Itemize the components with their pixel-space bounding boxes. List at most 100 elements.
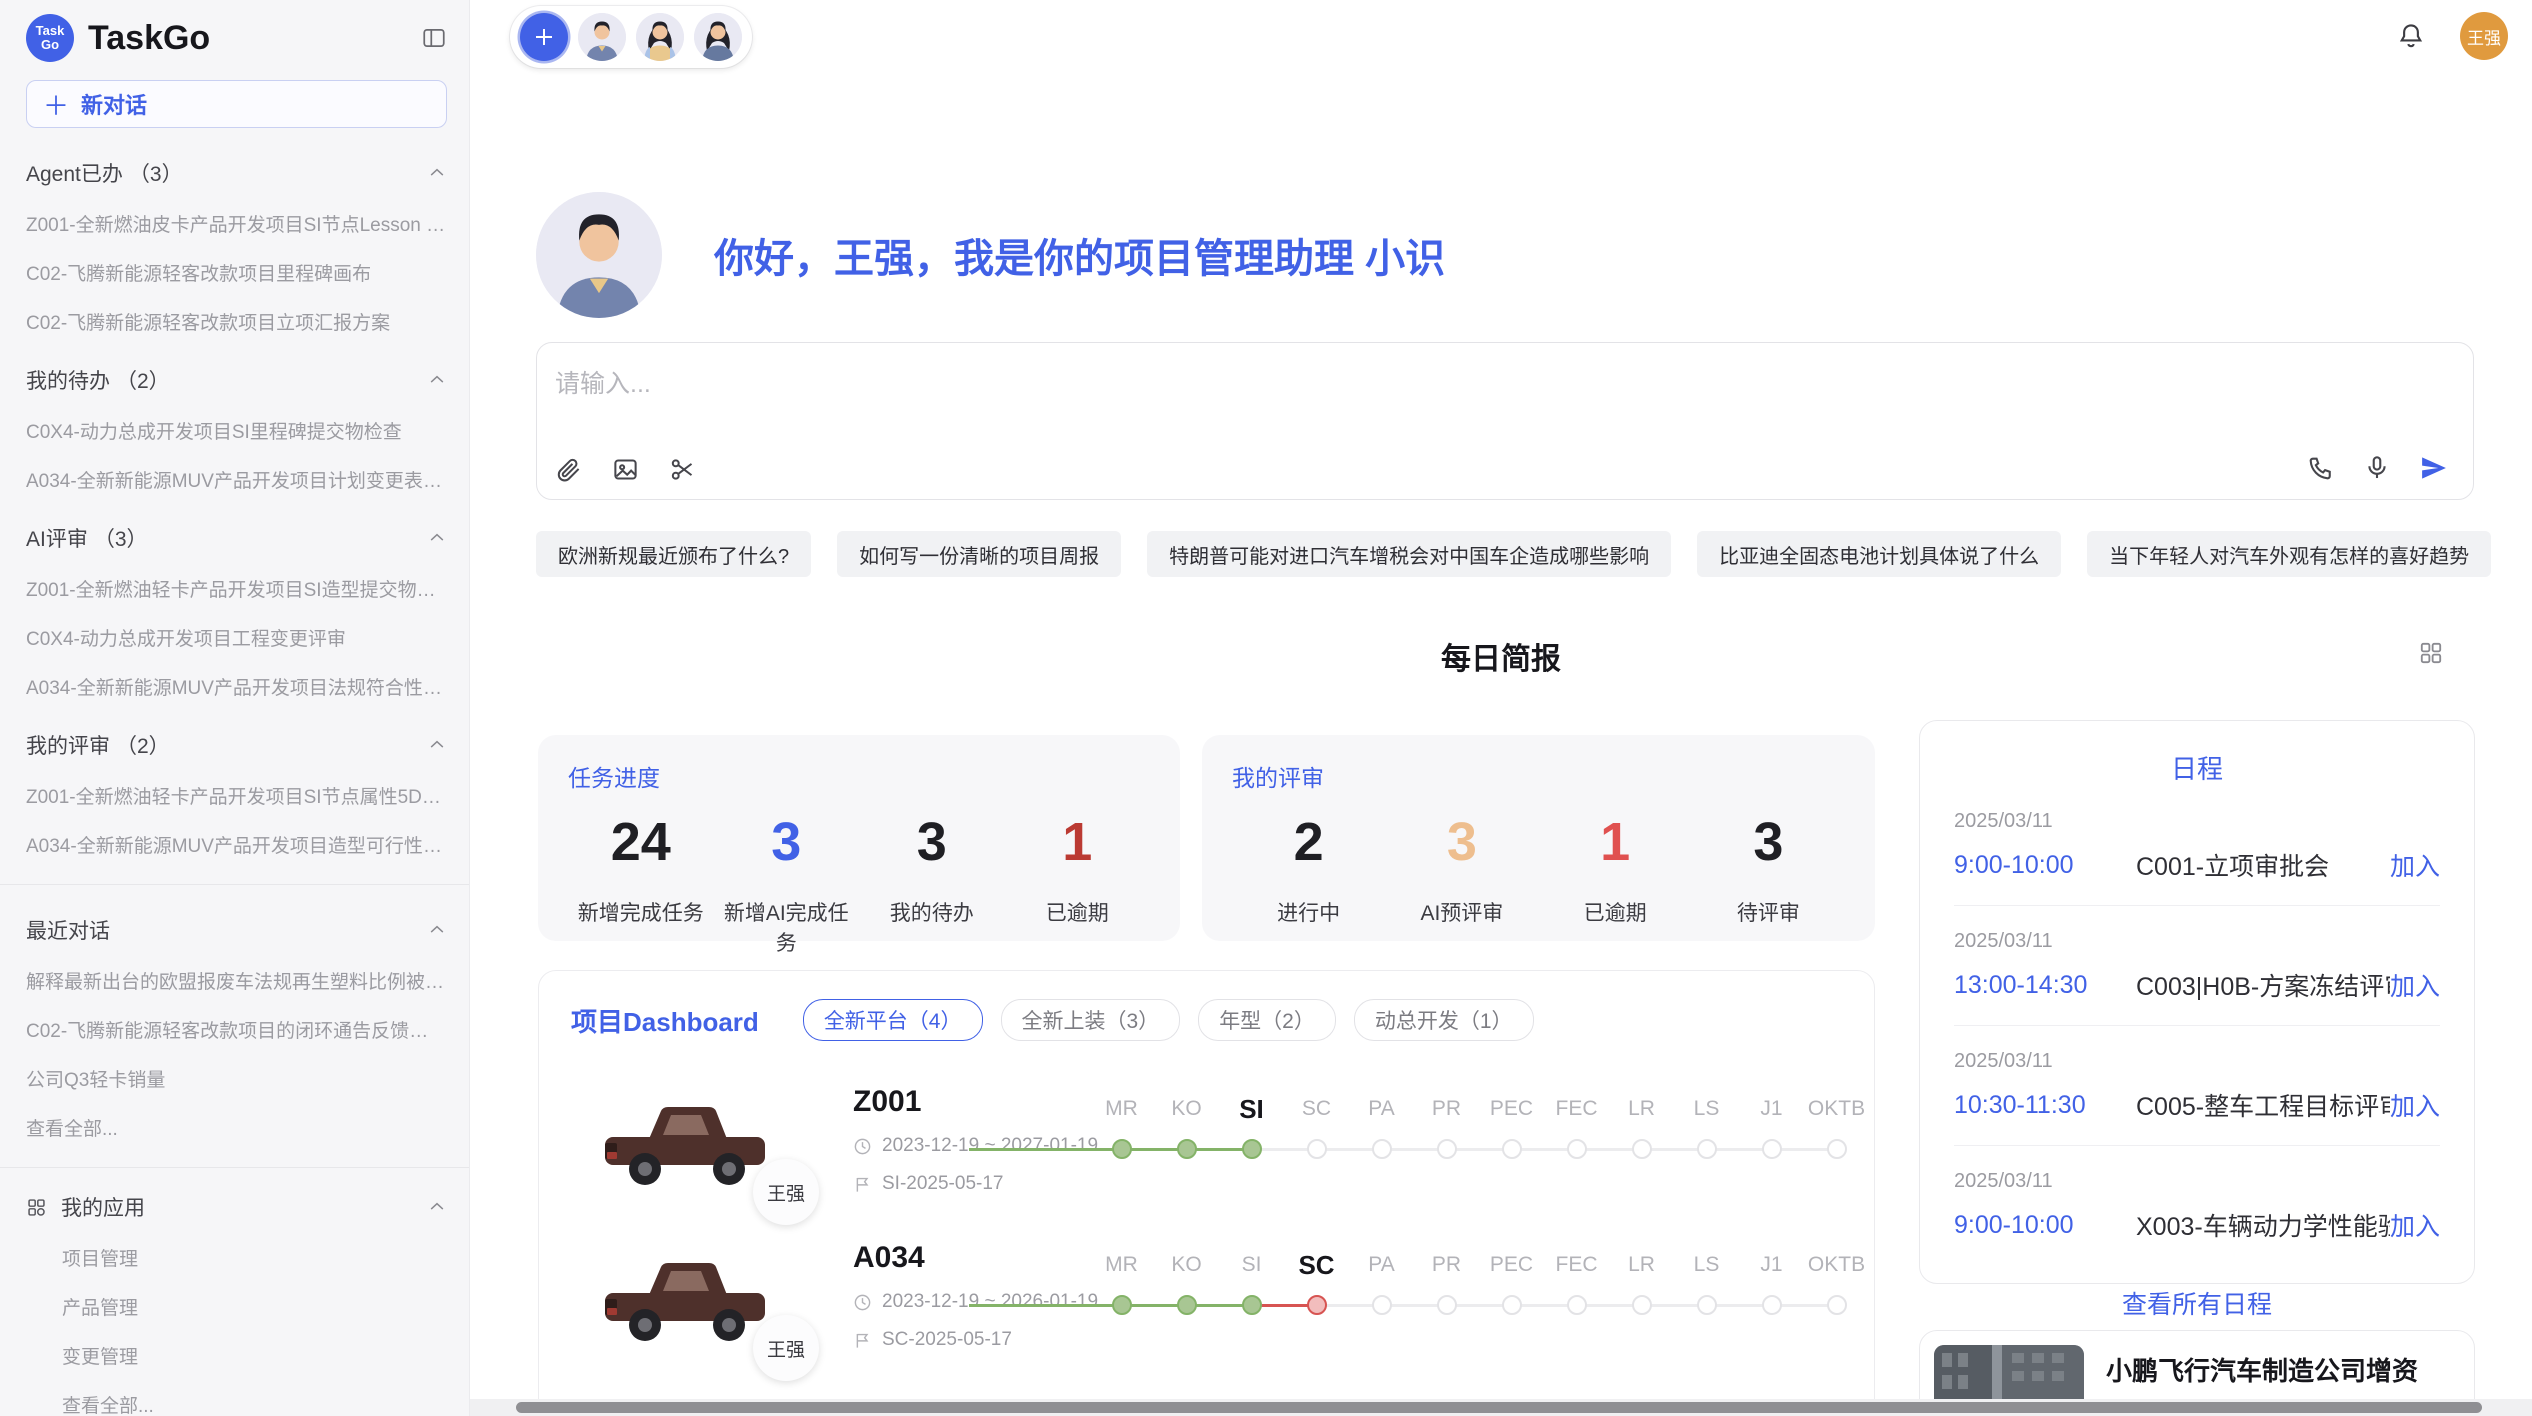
sidebar-section-header[interactable]: AI评审（3） xyxy=(26,523,447,553)
project-dates: 2023-12-19 ~ 2026-01-19 xyxy=(853,1291,1089,1313)
my-apps-header[interactable]: 我的应用 xyxy=(26,1192,447,1222)
milestone-dot xyxy=(1502,1295,1522,1315)
milestone-label: FEC xyxy=(1544,1091,1609,1127)
sidebar-task-item[interactable]: A034-全新新能源MUV产品开发项目法规符合性评审 xyxy=(26,673,447,700)
schedule-name: C001-立项审批会 xyxy=(2136,847,2390,883)
recent-chat-item[interactable]: 公司Q3轻卡销量 xyxy=(26,1065,447,1092)
milestone-label: MR xyxy=(1089,1091,1154,1127)
scissors-icon[interactable] xyxy=(669,456,696,483)
chevron-up-icon xyxy=(427,920,447,940)
sidebar-task-item[interactable]: C02-飞腾新能源轻客改款项目立项汇报方案 xyxy=(26,308,447,335)
image-upload-icon[interactable] xyxy=(612,456,639,483)
schedule-join-link[interactable]: 加入 xyxy=(2390,967,2440,1003)
sidebar-task-item[interactable]: A034-全新新能源MUV产品开发项目造型可行性评审 xyxy=(26,831,447,858)
sidebar-sections: Agent已办（3） Z001-全新燃油皮卡产品开发项目SI节点Lesson Le… xyxy=(26,158,447,858)
phone-call-icon[interactable] xyxy=(2307,454,2335,482)
message-composer xyxy=(536,342,2474,500)
stat-grid: 24新增完成任务3新增AI完成任务3我的待办1已逾期 xyxy=(568,801,1150,957)
suggestion-chip[interactable]: 当下年轻人对汽车外观有怎样的喜好趋势 xyxy=(2087,531,2491,577)
sidebar-section-header[interactable]: Agent已办（3） xyxy=(26,158,447,188)
sidebar-task-item[interactable]: Z001-全新燃油皮卡产品开发项目SI节点Lesson Learn报告 xyxy=(26,210,447,237)
milestone-label: MR xyxy=(1089,1247,1154,1283)
milestone-label: LR xyxy=(1609,1091,1674,1127)
clock-icon xyxy=(853,1137,872,1156)
attachment-icon[interactable] xyxy=(555,456,582,483)
dashboard-header: 项目Dashboard 全新平台（4）全新上装（3）年型（2）动总开发（1） xyxy=(571,999,1874,1041)
project-dashboard-card: 项目Dashboard 全新平台（4）全新上装（3）年型（2）动总开发（1） 王… xyxy=(538,970,1875,1416)
new-chat-button[interactable]: ＋ 新对话 xyxy=(26,80,447,128)
schedule-date: 2025/03/11 xyxy=(1954,930,2440,953)
dashboard-tab[interactable]: 动总开发（1） xyxy=(1354,999,1534,1041)
app-menu-item[interactable]: 变更管理 xyxy=(62,1342,447,1369)
sidebar-task-item[interactable]: Z001-全新燃油轻卡产品开发项目SI造型提交物评审 xyxy=(26,575,447,602)
suggestion-chip[interactable]: 比亚迪全固态电池计划具体说了什么 xyxy=(1697,531,2061,577)
recent-view-all-link[interactable]: 查看全部... xyxy=(26,1114,447,1141)
suggestion-chip[interactable]: 特朗普可能对进口汽车增税会对中国车企造成哪些影响 xyxy=(1147,531,1671,577)
project-row[interactable]: 王强A0342023-12-19 ~ 2026-01-19SC-2025-05-… xyxy=(571,1241,1874,1381)
milestone-label: SC xyxy=(1284,1247,1349,1283)
brief-layout-icon[interactable] xyxy=(2418,640,2444,666)
recent-chats-title: 最近对话 xyxy=(26,915,110,945)
schedule-item: 2025/03/119:00-10:00C001-立项审批会加入 xyxy=(1954,786,2440,906)
dashboard-tab[interactable]: 年型（2） xyxy=(1198,999,1336,1041)
schedule-join-link[interactable]: 加入 xyxy=(2390,847,2440,883)
milestone-cell: OKTB xyxy=(1804,1247,1869,1315)
notification-bell-icon[interactable] xyxy=(2396,21,2426,51)
agent-avatar-3[interactable] xyxy=(694,13,742,61)
milestone-dot xyxy=(1502,1139,1522,1159)
recent-chat-item[interactable]: C02-飞腾新能源轻客改款项目的闭环通告反馈情况 xyxy=(26,1016,447,1043)
suggestion-chip[interactable]: 欧洲新规最近颁布了什么? xyxy=(536,531,811,577)
apps-view-all-link[interactable]: 查看全部... xyxy=(62,1391,447,1416)
stat-label: 新增AI完成任务 xyxy=(714,897,860,957)
sidebar-section-header[interactable]: 我的待办（2） xyxy=(26,365,447,395)
main-area: 王强 你好，王强，我是你的项目管理助理 小识 xyxy=(470,0,2532,1416)
message-input[interactable] xyxy=(553,355,1957,413)
schedule-date: 2025/03/11 xyxy=(1954,1170,2440,1193)
chevron-up-icon xyxy=(427,528,447,548)
recent-chat-item[interactable]: 解释最新出台的欧盟报废车法规再生塑料比例被调至15%... xyxy=(26,967,447,994)
project-code: A034 xyxy=(853,1241,1089,1275)
suggestion-chip[interactable]: 如何写一份清晰的项目周报 xyxy=(837,531,1121,577)
schedule-join-link[interactable]: 加入 xyxy=(2390,1087,2440,1123)
milestone-label: J1 xyxy=(1739,1091,1804,1127)
horizontal-scrollbar-thumb[interactable] xyxy=(516,1402,2482,1413)
section-title: Agent已办 xyxy=(26,158,123,188)
project-flag-text: SC-2025-05-17 xyxy=(882,1329,1012,1351)
dashboard-tab[interactable]: 全新上装（3） xyxy=(1001,999,1181,1041)
milestone-dot xyxy=(1372,1139,1392,1159)
send-icon[interactable] xyxy=(2419,453,2449,483)
agent-avatar-1[interactable] xyxy=(578,13,626,61)
agent-avatar-2[interactable] xyxy=(636,13,684,61)
assistant-avatar xyxy=(536,192,662,318)
app-menu-item[interactable]: 项目管理 xyxy=(62,1244,447,1271)
app-menu-item[interactable]: 产品管理 xyxy=(62,1293,447,1320)
schedule-view-all-link[interactable]: 查看所有日程 xyxy=(1954,1285,2440,1321)
add-agent-button[interactable] xyxy=(520,13,568,61)
sidebar-task-item[interactable]: C02-飞腾新能源轻客改款项目里程碑画布 xyxy=(26,259,447,286)
sidebar-task-item[interactable]: Z001-全新燃油轻卡产品开发项目SI节点属性5D文件评审 xyxy=(26,782,447,809)
schedule-name: X003-车辆动力学性能验... xyxy=(2136,1207,2390,1243)
stat-cell: 24新增完成任务 xyxy=(568,801,714,957)
agent-switcher xyxy=(510,6,752,68)
milestone-dot xyxy=(1307,1139,1327,1159)
project-owner-badge: 王强 xyxy=(753,1159,819,1225)
sidebar-task-item[interactable]: C0X4-动力总成开发项目SI里程碑提交物检查 xyxy=(26,417,447,444)
milestone-dot xyxy=(1762,1139,1782,1159)
apps-grid-icon xyxy=(26,1197,47,1218)
sidebar-section-header[interactable]: 我的评审（2） xyxy=(26,730,447,760)
sidebar-task-item[interactable]: C0X4-动力总成开发项目工程变更评审 xyxy=(26,624,447,651)
milestone-cell: OKTB xyxy=(1804,1091,1869,1159)
milestone-label: FEC xyxy=(1544,1247,1609,1283)
recent-chats-header[interactable]: 最近对话 xyxy=(26,915,447,945)
schedule-join-link[interactable]: 加入 xyxy=(2390,1207,2440,1243)
schedule-item: 2025/03/119:00-10:00X003-车辆动力学性能验...加入 xyxy=(1954,1146,2440,1265)
sidebar-task-item[interactable]: A034-全新新能源MUV产品开发项目计划变更表编写 xyxy=(26,466,447,493)
project-row[interactable]: 王强Z0012023-12-19 ~ 2027-01-19SI-2025-05-… xyxy=(571,1085,1874,1225)
section-title: 我的待办 xyxy=(26,365,110,395)
milestone-label: PEC xyxy=(1479,1247,1544,1283)
milestone-line-segment xyxy=(969,1148,1122,1151)
user-avatar[interactable]: 王强 xyxy=(2460,12,2508,60)
dashboard-tab[interactable]: 全新平台（4） xyxy=(803,999,983,1041)
microphone-icon[interactable] xyxy=(2363,454,2391,482)
sidebar-collapse-icon[interactable] xyxy=(421,25,447,51)
